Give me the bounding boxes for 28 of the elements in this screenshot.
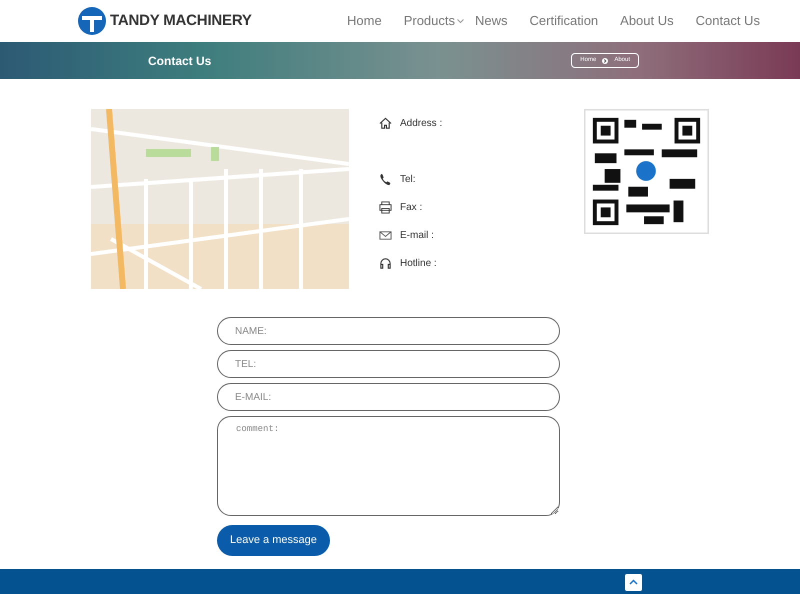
logo-icon	[78, 7, 106, 35]
page-title: Contact Us	[148, 52, 212, 70]
contact-label: Hotline :	[400, 256, 437, 270]
input-field[interactable]: E-MAIL:	[217, 383, 560, 411]
submit-button[interactable]: Leave a message	[217, 525, 330, 556]
nav-link[interactable]: Home	[336, 11, 393, 31]
mail-icon	[379, 228, 392, 242]
contact-label: Address :	[400, 116, 442, 130]
caret-icon	[457, 18, 464, 24]
logo-text[interactable]: TANDY MACHINERY	[110, 10, 252, 32]
nav-link[interactable]: Products	[392, 11, 464, 31]
nav-link[interactable]: Contact Us	[684, 11, 771, 31]
scroll-top-button[interactable]	[625, 574, 642, 590]
nav-link[interactable]: Certification	[518, 11, 610, 31]
input-field[interactable]: TEL:	[217, 350, 560, 378]
printer-icon	[379, 200, 392, 214]
nav-link[interactable]: News	[464, 11, 519, 31]
chevron-up-icon	[629, 579, 638, 585]
home-icon	[379, 116, 392, 130]
contact-label: Tel:	[400, 172, 416, 186]
chevron-circle-icon	[602, 58, 608, 64]
contact-label: E-mail :	[400, 228, 434, 242]
comment-field[interactable]: comment:	[217, 416, 560, 516]
headset-icon	[379, 256, 392, 270]
nav-link[interactable]: About Us	[609, 11, 685, 31]
phone-icon	[379, 172, 392, 186]
input-field[interactable]: NAME:	[217, 317, 560, 345]
contact-label: Fax :	[400, 200, 422, 214]
